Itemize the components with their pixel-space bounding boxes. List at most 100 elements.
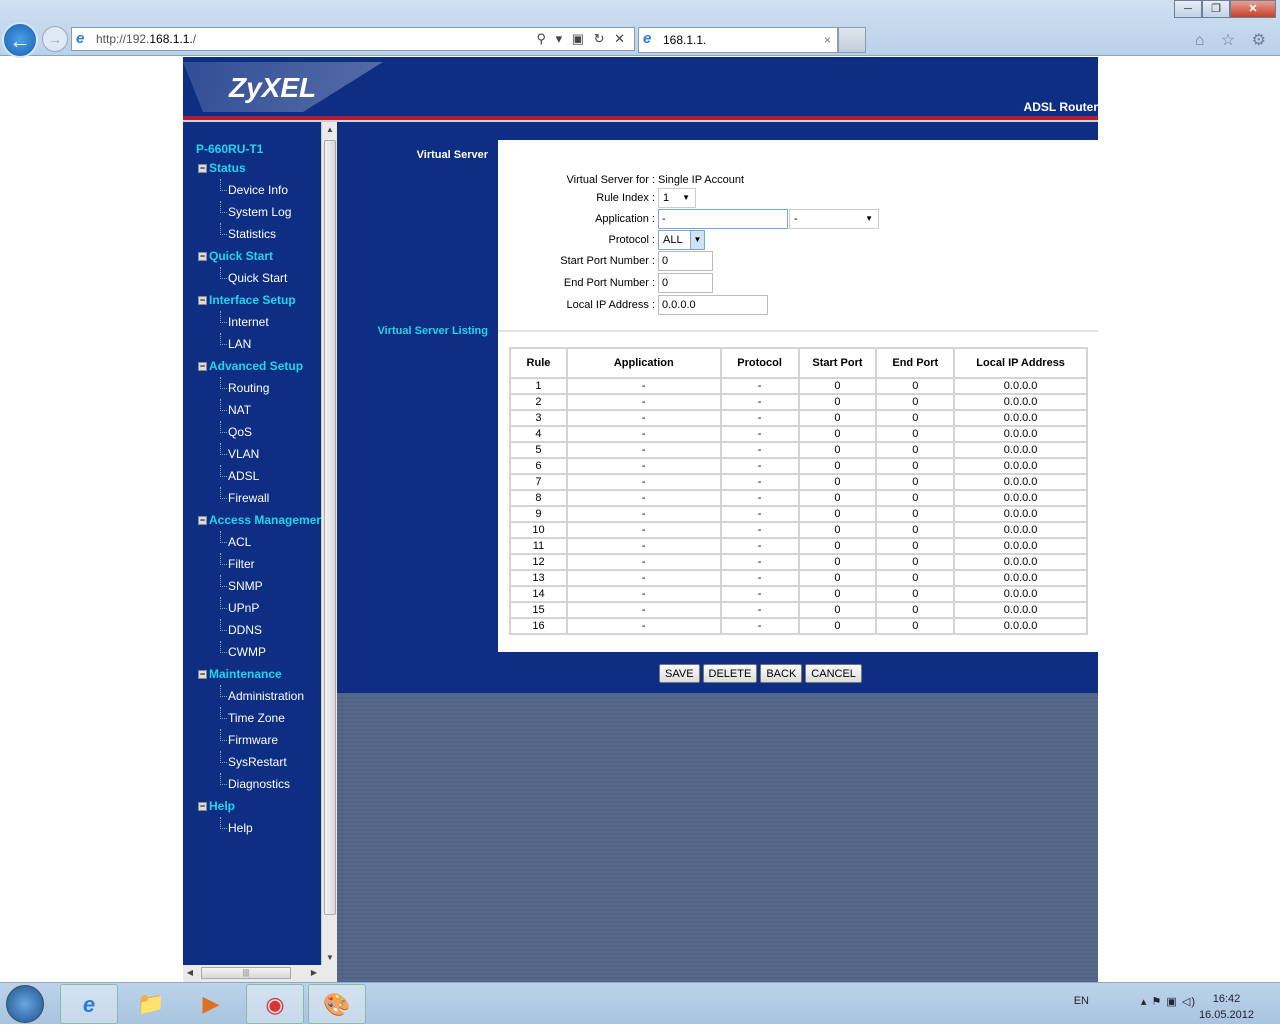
sidebar-item-system-log[interactable]: System Log bbox=[219, 201, 291, 223]
table-row: 8- -0 0 0.0.0.0 bbox=[509, 489, 1088, 507]
sidebar-item-label: Interface Setup bbox=[209, 293, 296, 307]
clock-date: 16.05.2012 bbox=[1198, 1009, 1254, 1021]
sidebar-item-statistics[interactable]: Statistics bbox=[219, 223, 276, 245]
sidebar-item-routing[interactable]: Routing bbox=[219, 377, 269, 399]
collapse-icon[interactable]: − bbox=[198, 670, 207, 680]
sidebar-item-label: CWMP bbox=[228, 645, 266, 659]
clock[interactable]: 16:42 16.05.2012 bbox=[1199, 991, 1254, 1023]
browser-tab[interactable]: e 168.1.1. × bbox=[638, 27, 838, 53]
application-input[interactable]: - bbox=[658, 209, 788, 229]
end-port-label: End Port Number : bbox=[563, 277, 655, 289]
table-cell: 0 bbox=[797, 601, 878, 619]
scroll-thumb[interactable] bbox=[324, 140, 336, 915]
start-port-input[interactable]: 0 bbox=[658, 251, 713, 271]
save-button[interactable]: SAVE bbox=[659, 664, 700, 683]
sidebar-horizontal-scrollbar[interactable]: ◀ ||| ▶ bbox=[183, 965, 337, 982]
table-cell: 0.0.0.0 bbox=[953, 441, 1088, 459]
sidebar-item-firewall[interactable]: Firewall bbox=[219, 487, 269, 509]
table-row: 14- -0 0 0.0.0.0 bbox=[509, 585, 1088, 603]
home-favorites-tools-icons[interactable]: ⌂ ☆ ⚙ bbox=[1195, 30, 1272, 50]
sidebar-item-administration[interactable]: Administration bbox=[219, 685, 304, 707]
cancel-button[interactable]: CANCEL bbox=[805, 664, 862, 683]
protocol-select[interactable]: ALL ▼ bbox=[658, 230, 705, 250]
delete-button[interactable]: DELETE bbox=[702, 664, 758, 683]
sidebar-item-help[interactable]: Help bbox=[220, 817, 253, 839]
taskbar-ie-icon[interactable]: e bbox=[60, 984, 118, 1024]
sidebar-item-label: Help bbox=[209, 799, 236, 813]
table-cell: 0.0.0.0 bbox=[953, 553, 1088, 571]
table-cell: 0 bbox=[875, 569, 956, 587]
device-model[interactable]: P-660RU-T1 bbox=[196, 142, 263, 156]
rule-index-select[interactable]: 1 ▼ bbox=[658, 188, 696, 208]
table-cell: 2 bbox=[509, 393, 568, 411]
collapse-icon[interactable]: − bbox=[198, 252, 207, 262]
sidebar-item-filter[interactable]: Filter bbox=[220, 553, 255, 575]
scroll-right-icon[interactable]: ▶ bbox=[307, 968, 321, 977]
sidebar-item-quick-start[interactable]: Quick Start bbox=[219, 267, 288, 289]
language-indicator[interactable]: EN bbox=[1074, 995, 1089, 1007]
scroll-thumb-horizontal[interactable]: ||| bbox=[201, 967, 291, 979]
table-cell: - bbox=[719, 377, 800, 395]
sidebar-item-upnp[interactable]: UPnP bbox=[219, 597, 259, 619]
address-tools-icons[interactable]: ⚲ ▾ ▣ ↻ ✕ bbox=[536, 28, 628, 50]
section-title-listing: Virtual Server Listing bbox=[377, 325, 488, 337]
collapse-icon[interactable]: − bbox=[198, 164, 207, 174]
new-tab-button[interactable] bbox=[838, 27, 866, 53]
sidebar-item-interface-setup[interactable]: − Interface Setup bbox=[198, 289, 296, 311]
end-port-input[interactable]: 0 bbox=[658, 273, 713, 293]
close-button[interactable]: ✕ bbox=[1230, 0, 1276, 18]
sidebar-item-ddns[interactable]: DDNS bbox=[219, 619, 262, 641]
collapse-icon[interactable]: − bbox=[198, 516, 207, 526]
sidebar-item-adsl[interactable]: ADSL bbox=[219, 465, 259, 487]
sidebar-item-diagnostics[interactable]: Diagnostics bbox=[219, 773, 290, 795]
sidebar-item-lan[interactable]: LAN bbox=[219, 333, 251, 355]
local-ip-input[interactable]: 0.0.0.0 bbox=[658, 295, 768, 315]
scroll-up-icon[interactable]: ▲ bbox=[322, 125, 338, 134]
back-button[interactable]: BACK bbox=[760, 664, 803, 683]
back-button[interactable]: ← bbox=[2, 22, 38, 58]
taskbar-paint-icon[interactable]: 🎨 bbox=[308, 984, 366, 1024]
address-bar[interactable]: e http://192.168.1.1./ ⚲ ▾ ▣ ↻ ✕ bbox=[71, 27, 635, 51]
table-cell: 0 bbox=[797, 441, 878, 459]
collapse-icon[interactable]: − bbox=[198, 296, 207, 306]
sidebar-item-cwmp[interactable]: CWMP bbox=[220, 641, 266, 663]
sidebar-item-internet[interactable]: Internet bbox=[220, 311, 269, 333]
sidebar-item-nat[interactable]: NAT bbox=[219, 399, 251, 421]
sidebar-item-access-management[interactable]: − Access Management bbox=[198, 509, 321, 531]
taskbar: e 📁 ▶ ◉ 🎨 EN ▴ ⚑ ▣ ◁) 16:42 16.05.2012 bbox=[0, 982, 1280, 1024]
sidebar-item-sysrestart[interactable]: SysRestart bbox=[220, 751, 287, 773]
collapse-icon[interactable]: − bbox=[198, 362, 207, 372]
taskbar-explorer-icon[interactable]: 📁 bbox=[122, 984, 180, 1024]
start-button[interactable] bbox=[6, 985, 44, 1023]
scroll-left-icon[interactable]: ◀ bbox=[183, 968, 197, 977]
sidebar-item-maintenance[interactable]: − Maintenance bbox=[198, 663, 282, 685]
sidebar-item-quick-start[interactable]: − Quick Start bbox=[198, 245, 273, 267]
sidebar-item-advanced-setup[interactable]: − Advanced Setup bbox=[198, 355, 303, 377]
taskbar-chrome-icon[interactable]: ◉ bbox=[246, 984, 304, 1024]
scroll-down-icon[interactable]: ▼ bbox=[322, 953, 338, 962]
minimize-button[interactable]: ─ bbox=[1174, 0, 1202, 18]
taskbar-media-player-icon[interactable]: ▶ bbox=[182, 984, 240, 1024]
sidebar-item-device-info[interactable]: Device Info bbox=[219, 179, 288, 201]
table-cell: 0 bbox=[875, 617, 956, 635]
sidebar-item-time-zone[interactable]: Time Zone bbox=[220, 707, 285, 729]
sidebar-item-snmp[interactable]: SNMP bbox=[220, 575, 263, 597]
sidebar-item-firmware[interactable]: Firmware bbox=[220, 729, 278, 751]
sidebar-item-help[interactable]: − Help bbox=[198, 795, 235, 817]
collapse-icon[interactable]: − bbox=[198, 802, 207, 812]
forward-button[interactable]: → bbox=[42, 26, 68, 52]
tab-close-icon[interactable]: × bbox=[824, 28, 831, 52]
sidebar-item-label: SNMP bbox=[228, 579, 263, 593]
maximize-button[interactable]: ❐ bbox=[1202, 0, 1230, 18]
sidebar-item-label: Quick Start bbox=[228, 271, 288, 285]
sidebar-item-status[interactable]: − Status bbox=[198, 157, 246, 179]
table-cell: 14 bbox=[509, 585, 568, 603]
footer-area bbox=[337, 693, 1098, 982]
sidebar-item-vlan[interactable]: VLAN bbox=[219, 443, 259, 465]
sidebar-item-qos[interactable]: QoS bbox=[219, 421, 252, 443]
tray-icons[interactable]: ▴ ⚑ ▣ ◁) bbox=[1141, 995, 1196, 1008]
sidebar-vertical-scrollbar[interactable]: ▲ ▼ bbox=[321, 122, 337, 965]
sidebar-item-acl[interactable]: ACL bbox=[219, 531, 251, 553]
application-select[interactable]: - ▼ bbox=[789, 209, 879, 229]
tab-title: 168.1.1. bbox=[663, 33, 707, 47]
